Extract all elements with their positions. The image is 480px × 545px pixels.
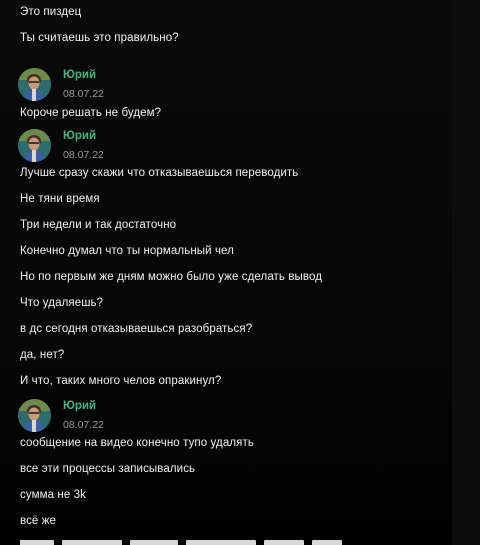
background-sidebar-ghost xyxy=(452,0,480,545)
message-timestamp: 08.07.22 xyxy=(63,419,104,431)
message-text: Три недели и так достаточно xyxy=(20,219,177,231)
message-text: Ты считаешь это правильно? xyxy=(20,32,179,44)
message-text: И что, таких много челов опракинул? xyxy=(20,375,222,387)
message-text-clipped xyxy=(20,537,380,545)
message-text: Лучше сразу скажи что отказываешься пере… xyxy=(20,167,299,179)
message-text: Это пиздец xyxy=(20,6,82,18)
message-text: сумма не 3k xyxy=(20,489,86,501)
message-text: всё же xyxy=(20,515,57,527)
author-name[interactable]: Юрий xyxy=(63,400,96,412)
message-text: Конечно думал что ты нормальный чел xyxy=(20,245,234,257)
message-text: в дс сегодня отказываешься разобраться? xyxy=(20,323,253,335)
user-avatar[interactable] xyxy=(18,399,51,432)
message-text: да, нет? xyxy=(20,349,65,361)
user-avatar[interactable] xyxy=(18,129,51,162)
message-text: Не тяни время xyxy=(20,193,100,205)
message-timestamp: 08.07.22 xyxy=(63,149,104,161)
user-avatar[interactable] xyxy=(18,68,51,101)
message-timestamp: 08.07.22 xyxy=(63,88,104,100)
message-text: Что удаляешь? xyxy=(20,297,104,309)
chat-window: Это пиздец Ты считаешь это правильно? Юр… xyxy=(0,0,480,545)
message-text: Короче решать не будем? xyxy=(20,107,162,119)
message-text: Но по первым же дням можно было уже сдел… xyxy=(20,271,323,283)
message-text: сообщение на видео конечно тупо удалять xyxy=(20,437,254,449)
author-name[interactable]: Юрий xyxy=(63,69,96,81)
author-name[interactable]: Юрий xyxy=(63,130,96,142)
message-text: все эти процессы записывались xyxy=(20,463,196,475)
